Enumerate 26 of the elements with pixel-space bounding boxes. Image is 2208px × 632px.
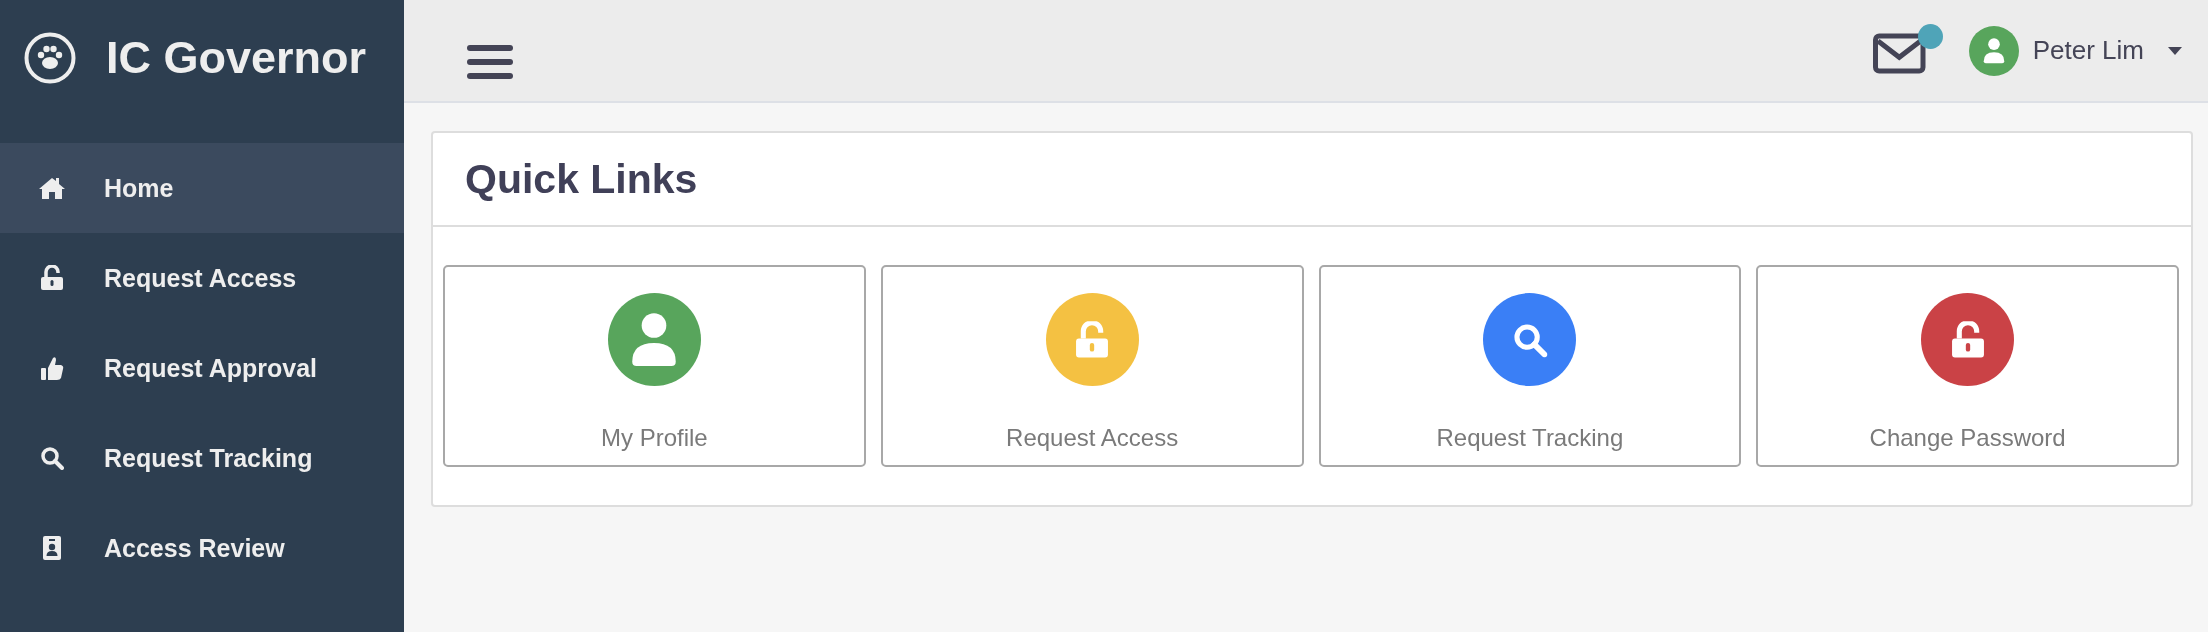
panel-title: Quick Links	[433, 133, 2191, 227]
user-menu[interactable]: Peter Lim	[1968, 25, 2182, 76]
quick-link-card[interactable]: Change Password	[1756, 265, 2179, 467]
unlock-icon	[1950, 320, 1986, 359]
user-name: Peter Lim	[2032, 35, 2144, 66]
user-icon	[631, 311, 678, 368]
paw-logo-icon	[24, 32, 76, 84]
thumbs-up-icon	[40, 355, 64, 381]
quick-link-card[interactable]: Request Tracking	[1318, 265, 1742, 467]
sidebar-item[interactable]: Request Access	[0, 233, 404, 323]
sidebar-item[interactable]: Request Approval	[0, 323, 404, 413]
mail-button[interactable]	[1872, 25, 1943, 76]
quick-link-card[interactable]: My Profile	[443, 265, 866, 467]
quick-link-card[interactable]: Request Access	[880, 265, 1304, 467]
sidebar-item[interactable]: Access Review	[0, 503, 404, 593]
home-icon	[38, 176, 66, 200]
sidebar-item[interactable]: Home	[0, 143, 404, 233]
sidebar-item[interactable]: Request Tracking	[0, 413, 404, 503]
search-icon	[40, 446, 64, 470]
search-icon	[1512, 322, 1548, 357]
unlock-icon	[40, 265, 64, 291]
unlock-icon	[1074, 320, 1110, 359]
app-title: IC Governor	[106, 32, 367, 84]
user-icon	[1982, 37, 2005, 64]
caret-icon	[2168, 46, 2182, 55]
id-badge-icon	[42, 535, 62, 561]
